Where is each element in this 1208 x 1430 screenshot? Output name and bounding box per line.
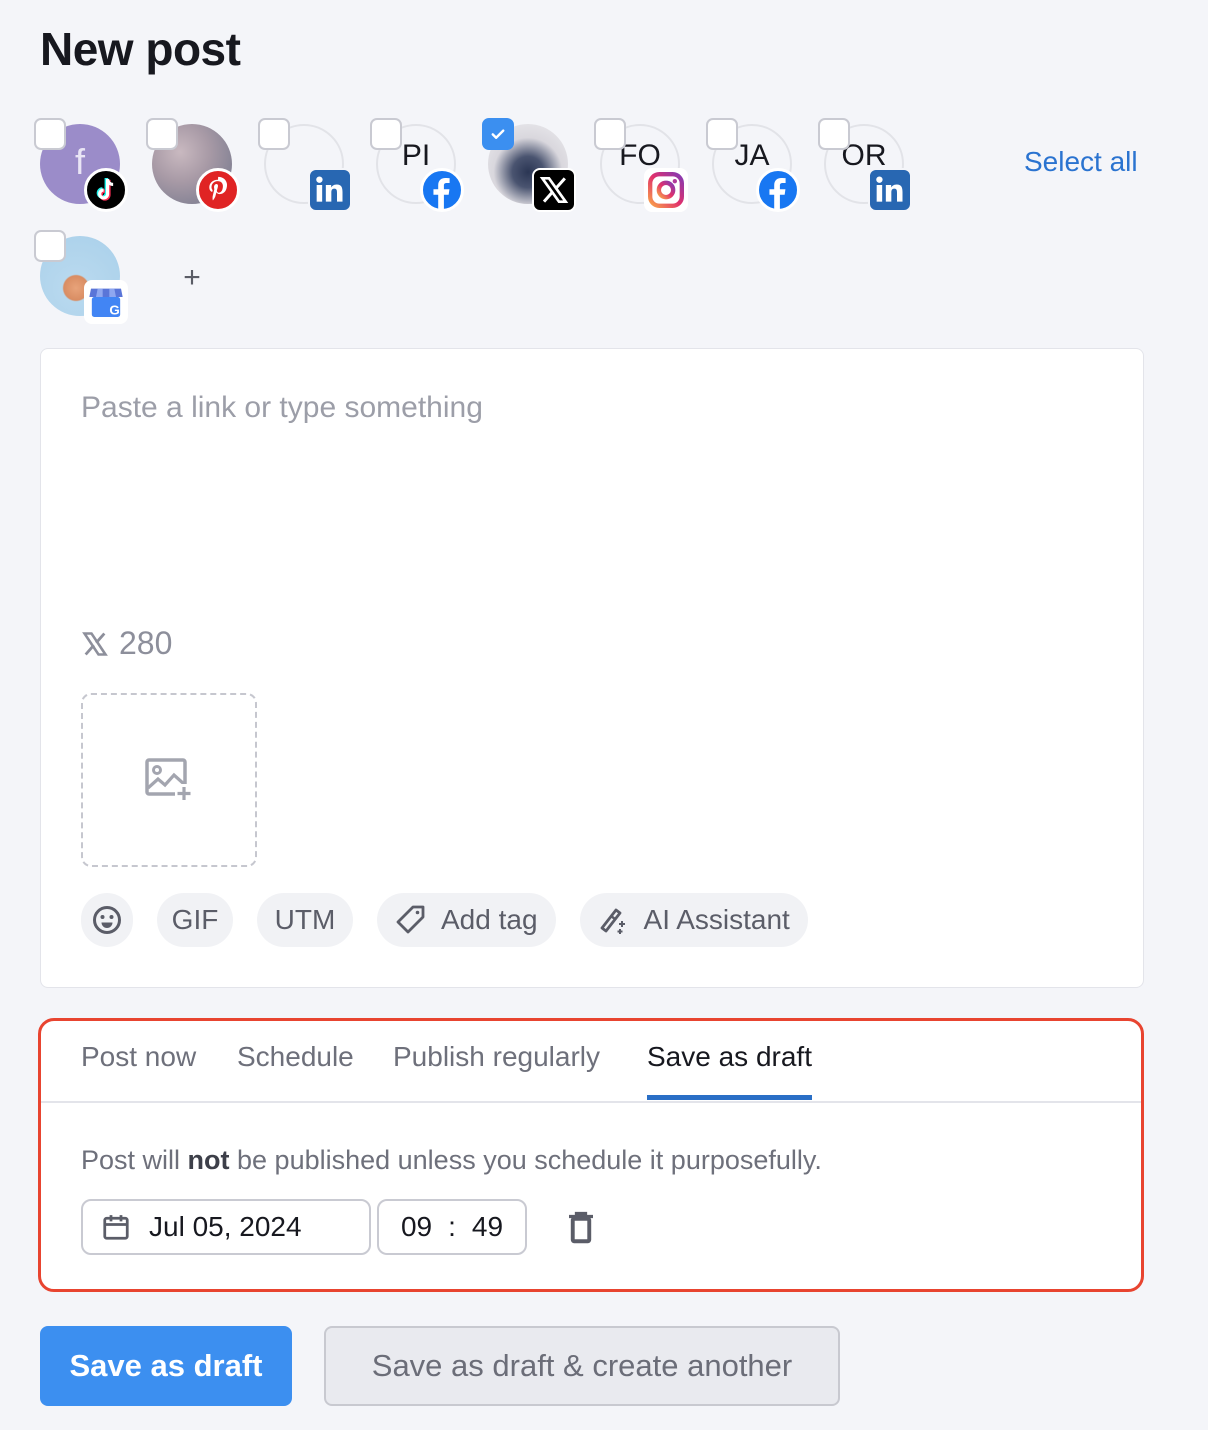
trash-icon xyxy=(569,1211,593,1244)
instagram-icon xyxy=(644,168,688,212)
emoji-button[interactable] xyxy=(81,893,133,947)
account-checkbox[interactable] xyxy=(258,118,290,150)
emoji-icon xyxy=(93,906,121,934)
account-checkbox[interactable] xyxy=(706,118,738,150)
account-checkbox[interactable] xyxy=(146,118,178,150)
account-checkbox[interactable] xyxy=(34,230,66,262)
add-tag-label: Add tag xyxy=(441,904,538,935)
time-hour[interactable]: 09 xyxy=(401,1211,432,1243)
add-tag-button[interactable]: Add tag xyxy=(377,893,556,947)
ai-assistant-button[interactable]: AI Assistant xyxy=(579,893,808,947)
tab-save-as-draft[interactable]: Save as draft xyxy=(647,1041,812,1100)
linkedin-icon xyxy=(868,168,912,212)
time-separator: : xyxy=(448,1211,456,1242)
account-linkedin[interactable] xyxy=(258,116,358,216)
tab-post-now[interactable]: Post now xyxy=(81,1041,196,1095)
account-pinterest[interactable] xyxy=(146,116,246,216)
google-business-icon: G xyxy=(84,280,128,324)
page-title: New post xyxy=(40,23,241,75)
account-checkbox-checked[interactable] xyxy=(482,118,514,150)
account-tiktok[interactable]: f xyxy=(34,116,134,216)
character-count-value: 280 xyxy=(119,625,173,661)
checkmark-icon xyxy=(491,129,505,139)
account-facebook-ja[interactable]: JA xyxy=(706,116,806,216)
tab-publish-regularly[interactable]: Publish regularly xyxy=(393,1041,600,1095)
account-google-business[interactable]: G xyxy=(34,228,134,328)
account-facebook-pi[interactable]: PI xyxy=(370,116,470,216)
account-selector: f PI FO JA OR G + Select all xyxy=(34,116,1154,326)
time-input[interactable]: 09 : 49 xyxy=(377,1199,527,1255)
character-counter: 280 xyxy=(81,625,172,662)
save-draft-create-another-button[interactable]: Save as draft & create another xyxy=(324,1326,840,1406)
x-icon xyxy=(82,631,108,656)
add-media-dropzone[interactable] xyxy=(81,693,257,867)
date-picker[interactable]: Jul 05, 2024 xyxy=(81,1199,371,1255)
linkedin-icon xyxy=(308,168,352,212)
delete-date-button[interactable] xyxy=(563,1209,599,1245)
post-composer: 280 GIF UTM Add tag AI Assistant xyxy=(40,348,1144,988)
account-checkbox[interactable] xyxy=(818,118,850,150)
magic-wand-icon xyxy=(600,908,625,934)
tab-schedule[interactable]: Schedule xyxy=(237,1041,354,1095)
avatar-initials: f xyxy=(74,141,85,182)
account-checkbox[interactable] xyxy=(34,118,66,150)
post-text-input[interactable] xyxy=(81,391,1101,591)
draft-notice: Post will not be published unless you sc… xyxy=(81,1145,822,1176)
composer-toolbar: GIF UTM Add tag AI Assistant xyxy=(81,893,808,947)
date-value: Jul 05, 2024 xyxy=(149,1211,302,1242)
publish-tabs: Post now Schedule Publish regularly Save… xyxy=(41,1021,1141,1103)
account-linkedin-or[interactable]: OR xyxy=(818,116,918,216)
svg-text:G: G xyxy=(109,303,119,318)
avatar-initials: JA xyxy=(734,139,770,172)
pinterest-icon xyxy=(196,168,240,212)
tiktok-icon xyxy=(84,168,128,212)
account-instagram[interactable]: FO xyxy=(594,116,694,216)
calendar-icon xyxy=(103,1215,129,1240)
account-x[interactable] xyxy=(482,116,582,216)
add-account-button[interactable]: + xyxy=(174,260,210,296)
notice-text: Post will xyxy=(81,1145,188,1175)
gif-button[interactable]: GIF xyxy=(157,893,233,947)
ai-assistant-label: AI Assistant xyxy=(643,904,790,935)
save-as-draft-button[interactable]: Save as draft xyxy=(40,1326,292,1406)
x-icon xyxy=(532,168,576,212)
account-checkbox[interactable] xyxy=(370,118,402,150)
select-all-link[interactable]: Select all xyxy=(1024,146,1138,178)
utm-button[interactable]: UTM xyxy=(257,893,353,947)
account-checkbox[interactable] xyxy=(594,118,626,150)
tag-icon xyxy=(396,905,425,934)
notice-emphasis: not xyxy=(187,1145,230,1175)
avatar-initials: PI xyxy=(401,139,431,172)
facebook-icon xyxy=(756,168,800,212)
time-minute[interactable]: 49 xyxy=(472,1211,503,1243)
facebook-icon xyxy=(420,168,464,212)
publish-options-panel: Post now Schedule Publish regularly Save… xyxy=(38,1018,1144,1292)
notice-text: be published unless you schedule it purp… xyxy=(229,1145,822,1175)
add-image-icon xyxy=(145,758,193,802)
